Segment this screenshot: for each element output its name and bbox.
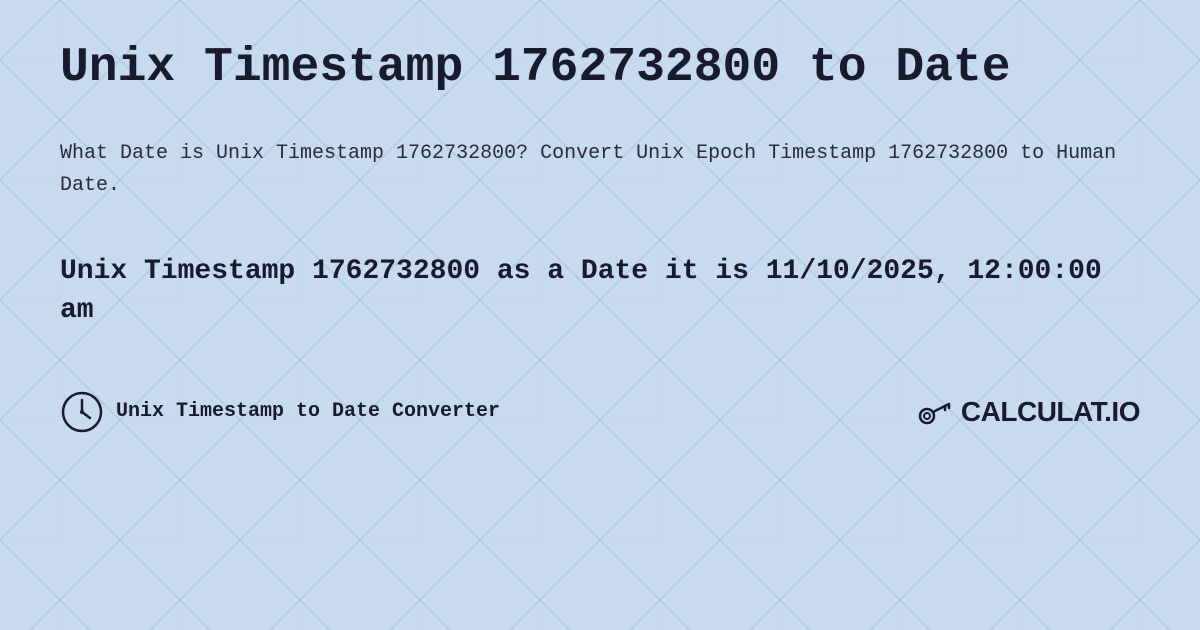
calculat-icon (917, 394, 953, 430)
result-text: Unix Timestamp 1762732800 as a Date it i… (60, 252, 1140, 330)
logo-text: CALCULAT.IO (961, 396, 1140, 428)
logo-area: CALCULAT.IO (917, 394, 1140, 430)
footer: Unix Timestamp to Date Converter CALCULA… (60, 390, 1140, 434)
page-title: Unix Timestamp 1762732800 to Date (60, 40, 1140, 98)
footer-left: Unix Timestamp to Date Converter (60, 390, 500, 434)
clock-icon (60, 390, 104, 434)
page-description: What Date is Unix Timestamp 1762732800? … (60, 138, 1140, 202)
footer-link-text[interactable]: Unix Timestamp to Date Converter (116, 400, 500, 423)
